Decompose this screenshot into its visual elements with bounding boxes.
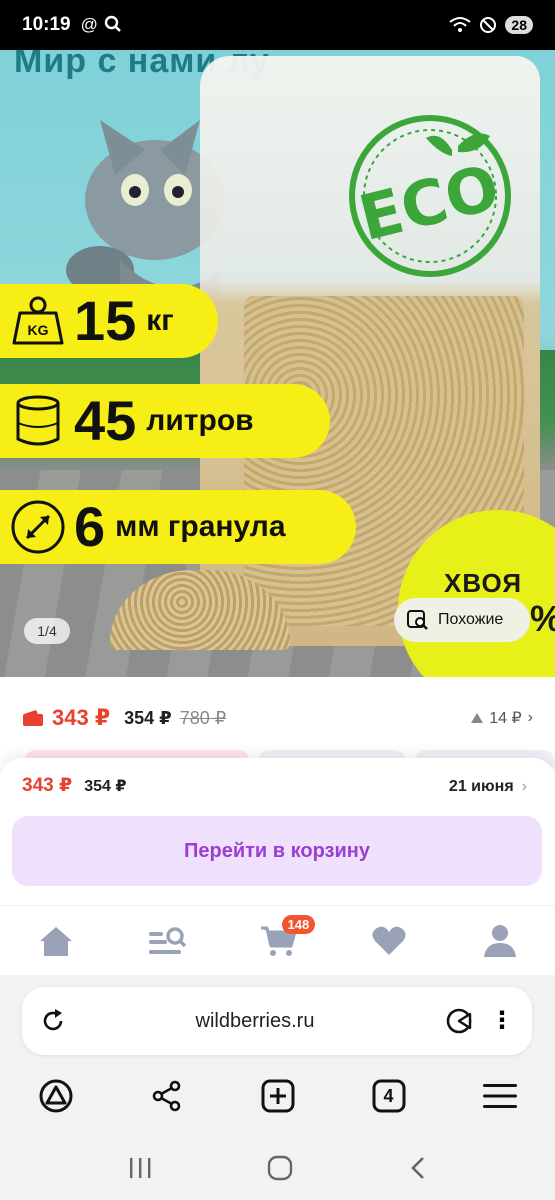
app-bottom-nav: 148 [0, 905, 555, 975]
catalog-search-icon [148, 926, 186, 954]
browser-toolbar: 4 [0, 1071, 555, 1121]
sheet-price: 343 ₽ [22, 775, 73, 796]
eco-logo: ECO [349, 115, 511, 277]
share-icon [152, 1080, 180, 1112]
svg-text:KG: KG [28, 322, 49, 338]
url-text[interactable]: wildberries.ru [66, 1010, 444, 1033]
granule-unit: мм гранула [115, 510, 286, 543]
similar-search-icon [407, 610, 428, 630]
home-icon [39, 926, 72, 956]
new-tab-button[interactable] [258, 1076, 298, 1116]
purchase-sheet: 343 ₽ 354 ₽ 21 июня › Перейти в корзину [0, 758, 555, 908]
granule-value: 6 [74, 495, 106, 558]
nav-favorites[interactable] [367, 919, 411, 963]
nav-catalog[interactable] [145, 919, 189, 963]
search-icon [104, 15, 121, 32]
threads-icon: @ [80, 15, 98, 34]
wallet-icon [23, 710, 43, 726]
browser-bar: wildberries.ru ⋮ 4 [0, 975, 555, 1135]
delivery-date: 21 июня [448, 778, 514, 795]
more-menu-icon[interactable]: ⋮ [490, 1009, 514, 1033]
regular-price: 354 ₽ [124, 707, 172, 728]
cart-count-badge: 148 [281, 914, 316, 934]
triangle-up-icon [471, 713, 484, 723]
chevron-right-icon: › [527, 709, 533, 726]
site-actions-icon[interactable] [444, 1006, 474, 1036]
address-bar[interactable]: wildberries.ru ⋮ [22, 987, 532, 1055]
price-row: 343 ₽ 354 ₽ 780 ₽ 14 ₽ › [0, 690, 555, 746]
status-bar: 10:19 @ 28 [0, 0, 555, 50]
volume-unit: литров [146, 404, 254, 437]
price-delta: 14 ₽ [489, 710, 522, 727]
cylinder-icon [16, 395, 60, 446]
pine-badge-text: ХВОЯ [444, 568, 523, 598]
pine-badge-percent: % [530, 598, 555, 640]
product-image[interactable]: Мир с нами лу ECO KG 15 кг 45 литров 6 м… [0, 50, 555, 677]
system-nav-bar [0, 1135, 555, 1200]
sheet-regular-price: 354 ₽ [84, 778, 127, 795]
go-to-cart-button[interactable]: Перейти в корзину [12, 816, 542, 886]
heart-icon [371, 926, 406, 955]
delivery-date-link[interactable]: 21 июня › [449, 778, 527, 796]
volume-value: 45 [74, 389, 137, 452]
nav-home[interactable] [34, 919, 78, 963]
feature-volume: 45 литров [0, 384, 330, 458]
alice-icon [39, 1079, 72, 1113]
price-history-link[interactable]: 14 ₽ › [471, 708, 533, 728]
wifi-icon [449, 17, 472, 32]
feature-weight: KG 15 кг [0, 284, 218, 358]
tab-count: 4 [383, 1085, 394, 1106]
reload-icon[interactable] [40, 1008, 66, 1034]
do-not-disturb-icon [480, 17, 497, 33]
hamburger-icon [482, 1084, 517, 1108]
home-button-icon[interactable] [267, 1155, 293, 1181]
alice-assistant-button[interactable] [36, 1076, 76, 1116]
screen: 10:19 @ 28 Мир с нами лу ECO KG 15 кг 45… [0, 0, 555, 1200]
weight-icon: KG [12, 296, 64, 345]
browser-menu-button[interactable] [480, 1076, 520, 1116]
plus-square-icon [261, 1079, 294, 1113]
profile-icon [483, 924, 516, 957]
diagonal-arrow-icon [11, 500, 65, 554]
chevron-right-icon: › [521, 778, 527, 795]
similar-label: Похожие [438, 611, 504, 628]
status-time: 10:19 [22, 14, 71, 35]
share-button[interactable] [147, 1076, 187, 1116]
wallet-price: 343 ₽ [52, 705, 111, 730]
weight-unit: кг [146, 304, 174, 337]
old-price: 780 ₽ [179, 707, 227, 728]
nav-cart[interactable]: 148 [256, 914, 316, 963]
back-icon[interactable] [408, 1155, 428, 1181]
feature-granule: 6 мм гранула [0, 490, 356, 564]
recent-apps-icon[interactable] [127, 1156, 153, 1180]
battery-indicator: 28 [505, 16, 533, 34]
image-counter: 1/4 [24, 618, 70, 644]
weight-value: 15 [74, 289, 137, 352]
similar-button[interactable]: Похожие [394, 598, 530, 642]
eco-logo-text: ECO [352, 150, 506, 255]
nav-profile[interactable] [478, 919, 522, 963]
tabs-button[interactable]: 4 [369, 1076, 409, 1116]
